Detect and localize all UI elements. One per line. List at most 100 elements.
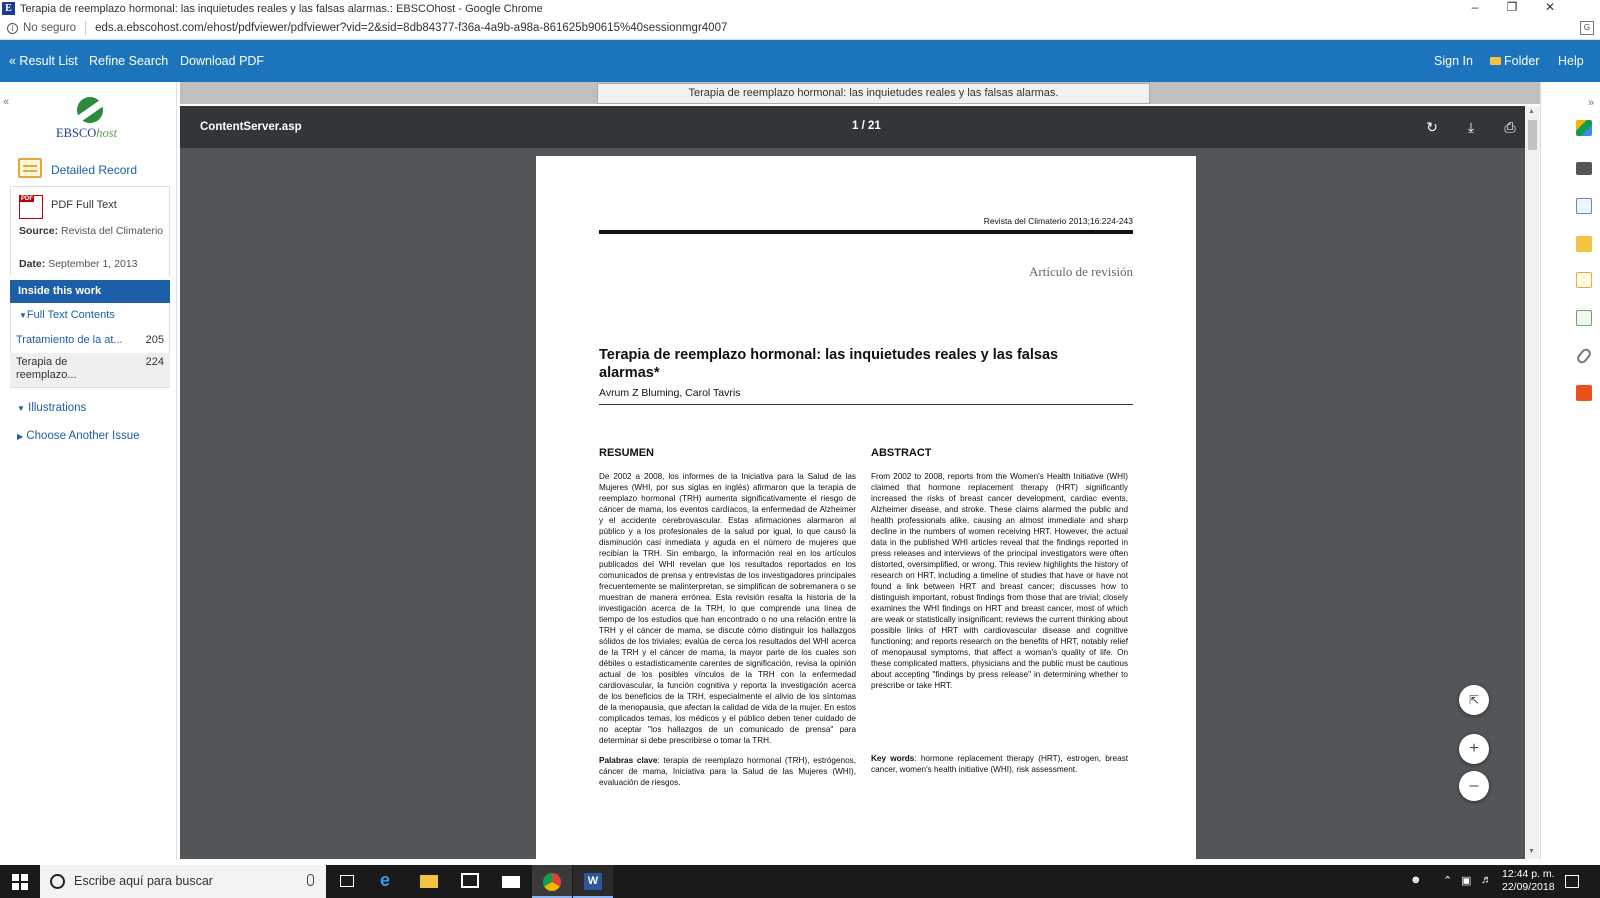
article-authors: Avrum Z Bluming, Carol Tavris	[599, 387, 741, 399]
search-placeholder[interactable]: Escribe aquí para buscar	[74, 874, 213, 888]
ebsco-logo-text: EBSCOhost	[56, 126, 117, 141]
page-indicator[interactable]: 1 / 21	[852, 120, 881, 132]
resumen-heading: RESUMEN	[599, 447, 655, 459]
print-tool-icon[interactable]	[1576, 162, 1592, 175]
date-meta: Date: September 1, 2013	[19, 258, 138, 270]
people-icon[interactable]: ☻	[1410, 874, 1422, 886]
resumen-text: De 2002 a 2008, los informes de la Inici…	[599, 472, 856, 745]
sign-in-link[interactable]: Sign In	[1434, 54, 1473, 68]
folder-icon	[1490, 57, 1501, 65]
detailed-record-icon[interactable]	[18, 158, 42, 178]
pdf-icon[interactable]: PDF	[19, 195, 43, 219]
mail-icon[interactable]	[491, 865, 531, 898]
toc-item-title[interactable]: Terapia de reemplazo...	[16, 356, 91, 382]
article-title: Terapia de reemplazo hormonal: las inqui…	[599, 347, 1059, 381]
pdf-full-text-link[interactable]: PDF Full Text	[51, 199, 117, 211]
download-icon[interactable]: ⤓	[1461, 117, 1481, 137]
volume-icon[interactable]: ♬	[1481, 874, 1492, 886]
palabras-label: Palabras clave	[599, 756, 658, 765]
rotate-icon[interactable]: ↻	[1422, 117, 1442, 137]
toc-item-page: 224	[145, 356, 164, 368]
detailed-record-link[interactable]: Detailed Record	[51, 163, 137, 177]
google-drive-icon[interactable]	[1576, 120, 1592, 136]
task-view-icon[interactable]	[327, 865, 367, 898]
viewer-scrollbar[interactable]: ▲ ▼	[1525, 106, 1540, 859]
ebsco-favicon-icon: E	[2, 2, 15, 15]
key-words: Key words: hormone replacement therapy (…	[871, 753, 1128, 775]
chrome-icon[interactable]	[532, 865, 572, 898]
windows-taskbar: Escribe aquí para buscar e W ☻ ⌃ ▣ ♬ 12:…	[0, 865, 1600, 898]
fit-page-icon[interactable]: ⇱	[1459, 685, 1489, 715]
illustrations-link[interactable]: ▼ Illustrations	[17, 402, 86, 414]
download-pdf-link[interactable]: Download PDF	[180, 54, 264, 68]
taskbar-search[interactable]: Escribe aquí para buscar	[40, 865, 326, 898]
translate-icon[interactable]: G	[1580, 21, 1594, 35]
folder-label: Folder	[1504, 54, 1540, 68]
article-type: Artículo de revisión	[1029, 264, 1133, 279]
abstract-text: From 2002 to 2008, reports from the Wome…	[871, 472, 1128, 690]
pdf-page: Revista del Climaterio 2013;16:224-243 A…	[536, 156, 1196, 859]
pdf-file-name: ContentServer.asp	[200, 121, 302, 133]
folder-link[interactable]: Folder	[1490, 54, 1539, 68]
word-icon[interactable]: W	[573, 865, 613, 898]
file-explorer-icon[interactable]	[409, 865, 449, 898]
window-title: Terapia de reemplazo hormonal: las inqui…	[20, 2, 543, 15]
pdf-viewer[interactable]: ContentServer.asp 1 / 21 ↻ ⤓ ⎙ Revista d…	[180, 106, 1540, 859]
address-bar[interactable]: i No seguro eds.a.ebscohost.com/ehost/pd…	[0, 17, 1600, 40]
help-link[interactable]: Help	[1558, 54, 1584, 68]
scroll-up-icon[interactable]: ▲	[1528, 108, 1535, 115]
doc-tab[interactable]: Terapia de reemplazo hormonal: las inqui…	[597, 83, 1150, 104]
windows-start-icon[interactable]	[12, 874, 28, 890]
print-icon[interactable]: ⎙	[1500, 117, 1520, 137]
cite-icon[interactable]	[1576, 272, 1592, 288]
toc-item[interactable]: Tratamiento de la at... 205	[10, 334, 170, 352]
abstract-heading: ABSTRACT	[871, 447, 932, 459]
logo-sub: host	[96, 126, 118, 140]
not-secure-label[interactable]: No seguro	[23, 22, 76, 34]
address-separator	[85, 21, 87, 35]
zoom-in-icon[interactable]: +	[1459, 734, 1489, 764]
collapse-right-icon[interactable]: »	[1588, 97, 1594, 109]
toc-item-active[interactable]: Terapia de reemplazo... 224	[10, 353, 170, 387]
result-list-link[interactable]: « Result List	[9, 54, 78, 68]
microphone-icon[interactable]	[307, 874, 314, 886]
collapse-left-icon[interactable]: «	[3, 96, 9, 108]
minimize-icon[interactable]: –	[1455, 0, 1495, 17]
scrollbar-thumb[interactable]	[1528, 120, 1537, 150]
url-text[interactable]: eds.a.ebscohost.com/ehost/pdfviewer/pdfv…	[95, 22, 727, 34]
source-meta: Source: Revista del Climaterio	[19, 225, 164, 237]
full-text-contents-toggle[interactable]: ▼Full Text Contents	[19, 309, 115, 321]
network-icon[interactable]: ▣	[1461, 874, 1471, 887]
inside-this-work-header: Inside this work	[10, 280, 170, 303]
zoom-out-icon[interactable]: –	[1459, 771, 1489, 801]
clock-time: 12:44 p. m.	[1502, 868, 1555, 880]
choose-another-issue-label: Choose Another Issue	[26, 430, 140, 442]
store-icon[interactable]	[450, 865, 490, 898]
clock-date: 22/09/2018	[1502, 881, 1555, 893]
resumen-column: RESUMEN De 2002 a 2008, los informes de …	[599, 447, 856, 788]
cortana-icon[interactable]	[50, 874, 65, 889]
window-titlebar: E Terapia de reemplazo hormonal: las inq…	[0, 0, 1600, 17]
taskbar-clock[interactable]: 12:44 p. m. 22/09/2018	[1502, 868, 1555, 894]
scroll-down-icon[interactable]: ▼	[1528, 848, 1535, 855]
email-tool-icon[interactable]	[1576, 198, 1592, 214]
tray-chevron-icon[interactable]: ⌃	[1443, 874, 1452, 887]
toc-item-title[interactable]: Tratamiento de la at...	[16, 334, 123, 346]
source-value: Revista del Climaterio	[61, 225, 164, 237]
edge-icon[interactable]: e	[368, 865, 408, 898]
refine-search-link[interactable]: Refine Search	[89, 54, 168, 68]
title-rule	[599, 404, 1133, 405]
action-center-icon[interactable]	[1565, 875, 1579, 888]
caret-down-icon: ▼	[19, 311, 27, 320]
choose-another-issue-link[interactable]: ▶ Choose Another Issue	[17, 430, 140, 442]
caret-right-icon: ▶	[17, 432, 24, 441]
save-folder-icon[interactable]	[1576, 236, 1592, 252]
restore-icon[interactable]: ❐	[1492, 0, 1532, 17]
close-window-icon[interactable]: ✕	[1530, 0, 1570, 17]
palabras-clave: Palabras clave: terapia de reemplazo hor…	[599, 755, 856, 788]
illustrations-label: Illustrations	[28, 402, 87, 414]
export-icon[interactable]	[1576, 310, 1592, 326]
info-icon[interactable]: i	[7, 22, 18, 34]
journal-citation: Revista del Climaterio 2013;16:224-243	[983, 216, 1133, 226]
share-icon[interactable]	[1576, 385, 1592, 401]
